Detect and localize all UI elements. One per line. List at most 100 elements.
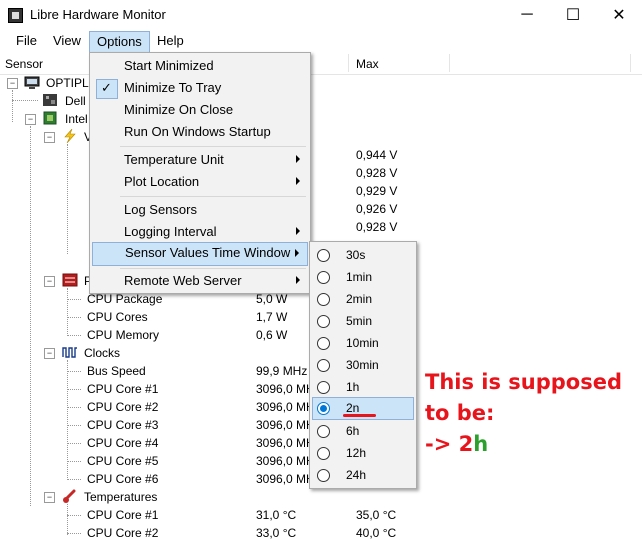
menu-item-label: Start Minimized [124,58,214,73]
power-sensor-name[interactable]: CPU Package [87,292,162,306]
annotation-text: This is supposed to be: -> 2h [425,367,622,460]
time-window-option[interactable]: 1min [312,266,414,288]
menu-help[interactable]: Help [150,31,191,51]
annotation-line-1: This is supposed [425,370,623,394]
checkmark-icon: ✓ [101,80,112,95]
clock-sensor-name[interactable]: CPU Core #6 [87,472,158,486]
menu-view[interactable]: View [46,31,88,51]
tree-line [67,461,81,462]
tree-line [67,443,81,444]
tree-dell-label[interactable]: Dell [65,94,86,108]
time-window-option[interactable]: 24h [312,464,414,486]
expand-toggle[interactable]: − [25,114,36,125]
menu-minimize-on-close[interactable]: Minimize On Close [92,99,308,121]
expand-toggle[interactable]: − [44,492,55,503]
annotation-prefix: -> 2 [425,432,474,456]
time-window-option-selected[interactable]: 2n [312,397,414,420]
clock-sensor-value: 3096,0 MH [256,382,315,396]
radio-icon [317,469,330,482]
radio-icon [317,293,330,306]
time-window-option[interactable]: 6h [312,420,414,442]
time-window-label: 12h [346,446,367,460]
cpu-icon [42,111,58,125]
submenu-arrow-icon [296,227,300,235]
clock-sensor-value: 99,9 MHz [256,364,308,378]
expand-toggle[interactable]: − [44,348,55,359]
submenu-arrow-icon [296,155,300,163]
tree-intel-label[interactable]: Intel [65,112,88,126]
menu-file[interactable]: File [9,31,44,51]
thermometer-icon [62,489,78,503]
temp-sensor-max: 35,0 °C [356,508,397,522]
power-icon [62,273,78,287]
time-window-option[interactable]: 30s [312,244,414,266]
clock-sensor-name[interactable]: CPU Core #5 [87,454,158,468]
time-window-label: 10min [346,336,379,350]
menu-start-minimized[interactable]: Start Minimized [92,55,308,77]
time-window-label: 24h [346,468,367,482]
menu-run-on-startup[interactable]: Run On Windows Startup [92,121,308,143]
radio-icon [317,447,330,460]
time-window-label: 30s [346,248,366,262]
expand-toggle[interactable]: − [44,132,55,143]
power-sensor-name[interactable]: CPU Memory [87,328,159,342]
menu-separator [120,196,306,197]
column-sensor[interactable]: Sensor [5,57,43,71]
menu-item-label: Minimize On Close [124,102,234,117]
menu-remote-web-server[interactable]: Remote Web Server [92,270,308,292]
tree-line [67,515,81,516]
maximize-button[interactable]: ☐ [550,0,596,30]
radio-icon [317,425,330,438]
radio-icon [317,381,330,394]
menu-item-label: Sensor Values Time Window [125,245,291,260]
time-window-option[interactable]: 30min [312,354,414,376]
menu-logging-interval[interactable]: Logging Interval [92,221,308,243]
power-sensor-name[interactable]: CPU Cores [87,310,148,324]
submenu-arrow-icon [295,249,299,257]
red-underline-annotation [343,414,376,417]
menu-sensor-values-time-window[interactable]: Sensor Values Time Window [92,242,308,266]
tree-line [67,144,68,254]
tree-line [67,360,68,480]
time-window-option[interactable]: 2min [312,288,414,310]
menu-item-label: Plot Location [124,174,200,189]
clock-sensor-name[interactable]: CPU Core #1 [87,382,158,396]
clock-sensor-name[interactable]: Bus Speed [87,364,146,378]
time-window-option[interactable]: 12h [312,442,414,464]
time-window-label: 5min [346,314,373,328]
menu-temperature-unit[interactable]: Temperature Unit [92,149,308,171]
clock-sensor-value: 3096,0 MH [256,436,315,450]
menu-item-label: Remote Web Server [124,273,242,288]
temp-sensor-name[interactable]: CPU Core #2 [87,526,158,540]
menu-minimize-to-tray[interactable]: ✓ Minimize To Tray [92,77,308,99]
time-window-option[interactable]: 10min [312,332,414,354]
close-button[interactable]: ✕ [596,0,642,30]
time-window-option[interactable]: 1h [312,376,414,398]
tree-clocks-label[interactable]: Clocks [84,346,120,360]
column-max[interactable]: Max [356,57,379,71]
time-window-submenu: 30s 1min 2min 5min 10min 30min 1h 2n 6h … [309,241,417,489]
menu-log-sensors[interactable]: Log Sensors [92,199,308,221]
tree-line [12,100,38,101]
expand-toggle[interactable]: − [44,276,55,287]
menu-options[interactable]: Options [89,31,150,53]
temp-sensor-name[interactable]: CPU Core #1 [87,508,158,522]
tree-temperatures-label[interactable]: Temperatures [84,490,157,504]
tree-line [67,371,81,372]
column-divider[interactable] [348,54,349,72]
tree-line [67,317,81,318]
tree-line [12,90,13,122]
app-icon [8,8,23,23]
clock-sensor-name[interactable]: CPU Core #2 [87,400,158,414]
expand-toggle[interactable]: − [7,78,18,89]
clock-sensor-name[interactable]: CPU Core #3 [87,418,158,432]
clock-sensor-name[interactable]: CPU Core #4 [87,436,158,450]
tree-line [67,389,81,390]
column-divider[interactable] [630,54,631,72]
menu-plot-location[interactable]: Plot Location [92,171,308,193]
column-divider[interactable] [449,54,450,72]
time-window-option[interactable]: 5min [312,310,414,332]
minimize-button[interactable]: ─ [504,0,550,30]
voltage-max: 0,929 V [356,184,398,198]
menu-separator [120,268,306,269]
